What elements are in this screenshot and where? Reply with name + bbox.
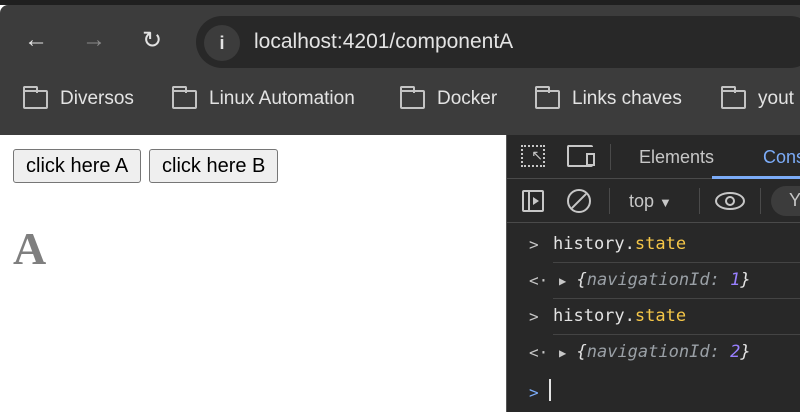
site-info-icon[interactable]: i	[204, 25, 240, 61]
bookmark-linux-automation[interactable]: Linux Automation	[172, 85, 355, 110]
result-arrow-icon: <·	[529, 343, 549, 362]
filter-input[interactable]: Y	[771, 186, 800, 216]
context-label: top	[629, 191, 655, 211]
bookmark-label: Links chaves	[572, 88, 682, 109]
bookmark-yout[interactable]: yout	[721, 85, 794, 110]
result-arrow-icon: <·	[529, 271, 549, 290]
component-heading: A	[13, 223, 47, 274]
tab-console[interactable]: Cons	[763, 147, 800, 168]
bookmark-label: Diversos	[60, 88, 134, 109]
bookmark-docker[interactable]: Docker	[400, 85, 498, 110]
device-toolbar-icon[interactable]	[567, 145, 595, 167]
folder-icon	[172, 85, 197, 109]
console-input-line: > history.state	[507, 299, 800, 335]
inspect-element-icon[interactable]: ↖	[521, 145, 545, 167]
bookmark-label: Docker	[437, 88, 498, 109]
expand-triangle-icon[interactable]: ▶	[559, 274, 566, 288]
folder-icon	[23, 85, 48, 109]
folder-icon	[400, 85, 425, 109]
click-here-a-button[interactable]: click here A	[13, 149, 142, 183]
input-prompt-icon: >	[529, 307, 539, 326]
live-expression-eye-icon[interactable]	[715, 192, 745, 210]
back-icon[interactable]: ←	[21, 26, 51, 54]
folder-icon	[721, 85, 746, 109]
divider	[699, 188, 700, 214]
input-prompt-icon: >	[529, 235, 539, 254]
filter-icon: Y	[789, 190, 800, 210]
devtools-tabs: ↖ Elements Cons	[507, 135, 800, 179]
bookmark-label: yout	[758, 88, 794, 109]
dropdown-arrow-icon: ▼	[659, 195, 672, 210]
text-cursor	[549, 379, 551, 401]
forward-icon[interactable]: →	[79, 26, 109, 54]
tab-elements[interactable]: Elements	[639, 147, 714, 168]
console-prompt[interactable]: >	[507, 375, 800, 411]
url-text[interactable]: localhost:4201/componentA	[254, 30, 513, 54]
reload-icon[interactable]: ↻	[137, 26, 167, 55]
bookmark-diversos[interactable]: Diversos	[23, 85, 134, 110]
console-output-line[interactable]: <· ▶ {navigationId: 1}	[507, 263, 800, 299]
devtools-panel: ↖ Elements Cons top ▼ Y >history.state <…	[506, 135, 800, 412]
console-input-line: > history.state	[507, 227, 800, 263]
click-here-b-button[interactable]: click here B	[149, 149, 279, 183]
folder-icon	[535, 85, 560, 109]
divider	[610, 144, 611, 170]
console-output-line[interactable]: <· ▶ {navigationId: 2}	[507, 335, 800, 371]
clear-console-icon[interactable]	[567, 189, 591, 213]
bookmark-label: Linux Automation	[209, 88, 355, 109]
bookmark-links-chaves[interactable]: Links chaves	[535, 85, 682, 110]
expand-triangle-icon[interactable]: ▶	[559, 346, 566, 360]
sidebar-toggle-icon[interactable]	[522, 190, 544, 212]
prompt-chevron-icon: >	[529, 383, 539, 402]
divider	[609, 188, 610, 214]
console-toolbar: top ▼ Y	[507, 179, 800, 223]
divider	[760, 188, 761, 214]
context-select[interactable]: top ▼	[629, 191, 672, 212]
